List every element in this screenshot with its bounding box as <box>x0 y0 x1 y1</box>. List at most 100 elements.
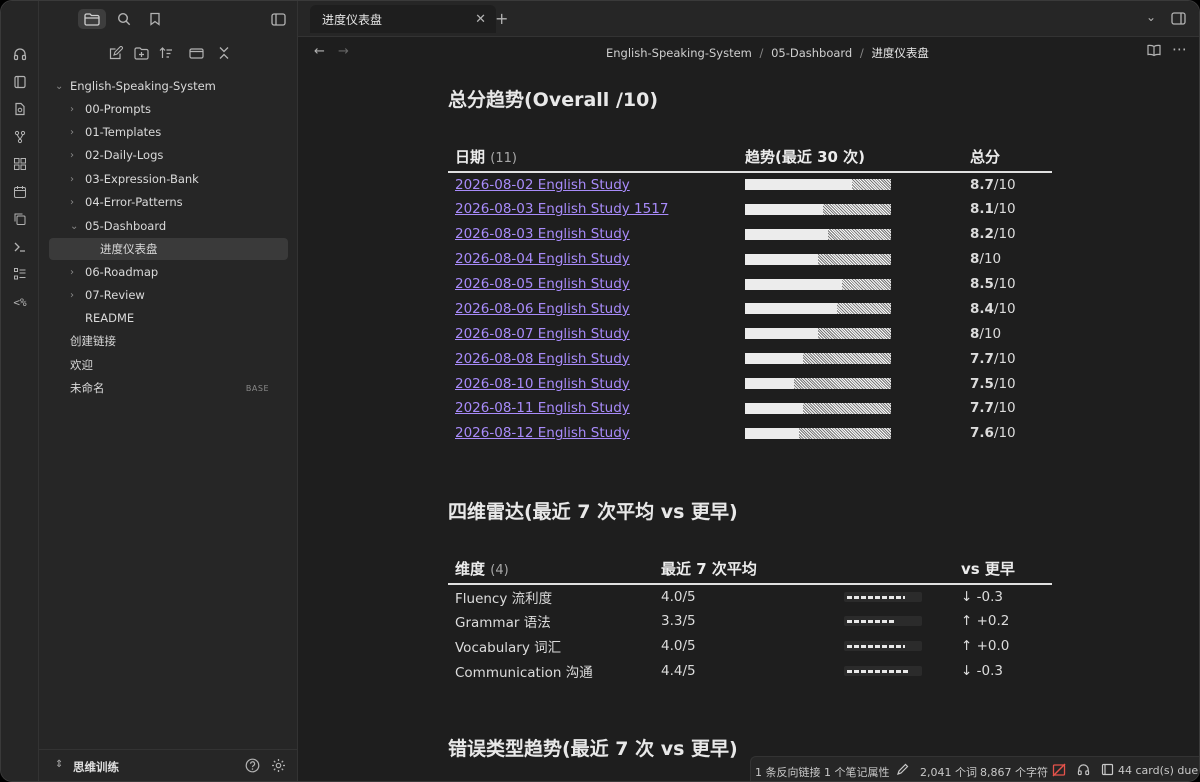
note-link[interactable]: 2026-08-10 English Study <box>455 376 630 392</box>
chevron-right-icon: › <box>70 103 74 115</box>
note-link[interactable]: 2026-08-04 English Study <box>455 251 630 267</box>
headphones-status-icon[interactable] <box>1077 763 1090 779</box>
status-bar: 1 条反向链接 1 个笔记属性 2,041 个词 8,867 个字符 44 ca… <box>750 756 1199 781</box>
trend-cell <box>738 222 963 247</box>
sidebar-item-05-dashboard[interactable]: ⌄ 05-Dashboard <box>49 215 289 237</box>
terminal-icon[interactable] <box>10 237 30 257</box>
trend-bar-fill <box>745 253 818 265</box>
reading-view-book-icon[interactable] <box>1147 44 1161 60</box>
vs-header[interactable]: vs 更早 <box>954 554 1052 585</box>
sidebar-item-06-roadmap[interactable]: › 06-Roadmap <box>49 261 289 283</box>
dimension-header[interactable]: 维度 (4) <box>448 554 654 585</box>
cards-due[interactable]: 44 card(s) due <box>1118 764 1198 777</box>
date-cell: 2026-08-11 English Study <box>448 396 738 421</box>
score-header[interactable]: 总分 <box>963 142 1052 173</box>
score-value: 8.7 <box>970 176 994 193</box>
editor-area: 进度仪表盘 ✕ + ⌄ ← → English-Speaking-System … <box>298 1 1199 781</box>
list-icon[interactable] <box>10 264 30 284</box>
sidebar-item-00-prompts[interactable]: › 00-Prompts <box>49 98 289 120</box>
breadcrumb-folder[interactable]: 05-Dashboard <box>771 46 852 60</box>
dimension-cell: Communication 沟通 <box>455 665 593 682</box>
collapse-all-icon[interactable] <box>210 43 238 63</box>
score-suffix: /10 <box>993 400 1016 417</box>
sidebar-item-dashboard-note[interactable]: 进度仪表盘 <box>49 238 288 260</box>
breadcrumb-note[interactable]: 进度仪表盘 <box>871 46 929 60</box>
note-link[interactable]: 2026-08-12 English Study <box>455 425 630 441</box>
sidebar-item-untitled[interactable]: 未命名 BASE <box>49 377 289 399</box>
vs-cell: ↓ -0.3 <box>961 588 1003 605</box>
open-vault-icon[interactable] <box>10 72 30 92</box>
note-link[interactable]: 2026-08-07 English Study <box>455 326 630 342</box>
bar-cell <box>820 609 954 634</box>
note-link[interactable]: 2026-08-02 English Study <box>455 177 630 193</box>
properties-count[interactable]: 1 个笔记属性 <box>824 764 890 780</box>
sidebar-item-create-link[interactable]: 创建链接 <box>49 330 289 352</box>
canvas-icon[interactable] <box>10 154 30 174</box>
average-cell: 4.0/5 <box>661 588 696 605</box>
breadcrumb-vault[interactable]: English-Speaking-System <box>606 46 752 60</box>
note-link[interactable]: 2026-08-08 English Study <box>455 351 630 367</box>
sidebar-item-01-templates[interactable]: › 01-Templates <box>49 121 289 143</box>
sidebar-item-02-daily-logs[interactable]: › 02-Daily-Logs <box>49 144 289 166</box>
auto-reveal-icon[interactable] <box>182 43 210 63</box>
dimension-cell: Vocabulary 词汇 <box>455 640 562 657</box>
search-icon[interactable] <box>110 9 138 29</box>
graph-view-icon[interactable] <box>10 127 30 147</box>
sidebar-item-04-error-patterns[interactable]: › 04-Error-Patterns <box>49 191 289 213</box>
copy-icon[interactable] <box>10 209 30 229</box>
file-search-icon[interactable] <box>10 99 30 119</box>
average-header[interactable]: 最近 7 次平均 <box>654 554 820 585</box>
sync-off-icon[interactable] <box>1052 763 1066 780</box>
sidebar-item-label: 创建链接 <box>70 334 116 348</box>
sidebar-item-readme[interactable]: README <box>49 307 289 329</box>
note-link[interactable]: 2026-08-11 English Study <box>455 400 630 416</box>
tab-dashboard[interactable]: 进度仪表盘 ✕ <box>310 5 496 33</box>
more-options-icon[interactable]: ⋯ <box>1172 40 1187 58</box>
close-tab-icon[interactable]: ✕ <box>475 12 486 27</box>
headphones-icon[interactable] <box>10 44 30 64</box>
forward-arrow-icon[interactable]: → <box>338 44 349 59</box>
note-link[interactable]: 2026-08-06 English Study <box>455 301 630 317</box>
sidebar-toggle-icon[interactable] <box>264 9 292 29</box>
tab-list-chevron-icon[interactable]: ⌄ <box>1146 10 1156 24</box>
score-value: 8.5 <box>970 276 994 292</box>
calendar-icon[interactable] <box>10 182 30 202</box>
sidebar-item-welcome[interactable]: 欢迎 <box>49 354 289 376</box>
bar-cell <box>820 659 954 684</box>
sidebar-item-label: README <box>85 311 135 325</box>
score-cell: 7.7/10 <box>963 396 1052 421</box>
vs-cell: ↑ +0.2 <box>961 613 1010 630</box>
settings-gear-icon[interactable] <box>271 758 286 777</box>
flashcards-icon[interactable] <box>1101 763 1114 779</box>
note-link[interactable]: 2026-08-05 English Study <box>455 276 630 292</box>
date-header[interactable]: 日期 (11) <box>448 142 738 173</box>
sidebar-item-07-review[interactable]: › 07-Review <box>49 284 289 306</box>
dimension-header-label: 维度 <box>455 560 486 578</box>
trend-cell <box>738 371 963 396</box>
trend-header[interactable]: 趋势(最近 30 次) <box>738 142 963 173</box>
right-sidebar-toggle-icon[interactable] <box>1171 10 1186 29</box>
help-icon[interactable] <box>245 758 260 777</box>
edit-pencil-icon[interactable] <box>896 763 909 779</box>
new-folder-icon[interactable] <box>127 43 155 63</box>
sidebar-item-label: 04-Error-Patterns <box>85 195 183 209</box>
bookmark-icon[interactable] <box>141 9 169 29</box>
table-row: Communication 沟通 4.4/5 ↓ -0.3 <box>448 659 1052 684</box>
templater-icon[interactable]: <% <box>10 292 30 312</box>
backlinks-count[interactable]: 1 条反向链接 <box>755 764 821 780</box>
sort-icon[interactable] <box>152 43 180 63</box>
note-link[interactable]: 2026-08-03 English Study 1517 <box>455 201 668 217</box>
trend-heading: 总分趋势(Overall /10) <box>448 89 659 111</box>
trend-cell <box>738 272 963 297</box>
vault-switcher[interactable]: ⇕ 思维训练 <box>39 749 298 781</box>
back-arrow-icon[interactable]: ← <box>314 44 325 59</box>
trend-cell <box>738 296 963 321</box>
date-header-label: 日期 <box>455 148 486 166</box>
sidebar-item-03-expression-bank[interactable]: › 03-Expression-Bank <box>49 168 289 190</box>
new-note-icon[interactable] <box>102 43 130 63</box>
new-tab-icon[interactable]: + <box>495 9 508 28</box>
note-link[interactable]: 2026-08-03 English Study <box>455 226 630 242</box>
sidebar-item-label: 02-Daily-Logs <box>85 148 164 162</box>
vault-root[interactable]: ⌄ English-Speaking-System <box>49 75 289 97</box>
folder-icon[interactable] <box>78 9 106 29</box>
